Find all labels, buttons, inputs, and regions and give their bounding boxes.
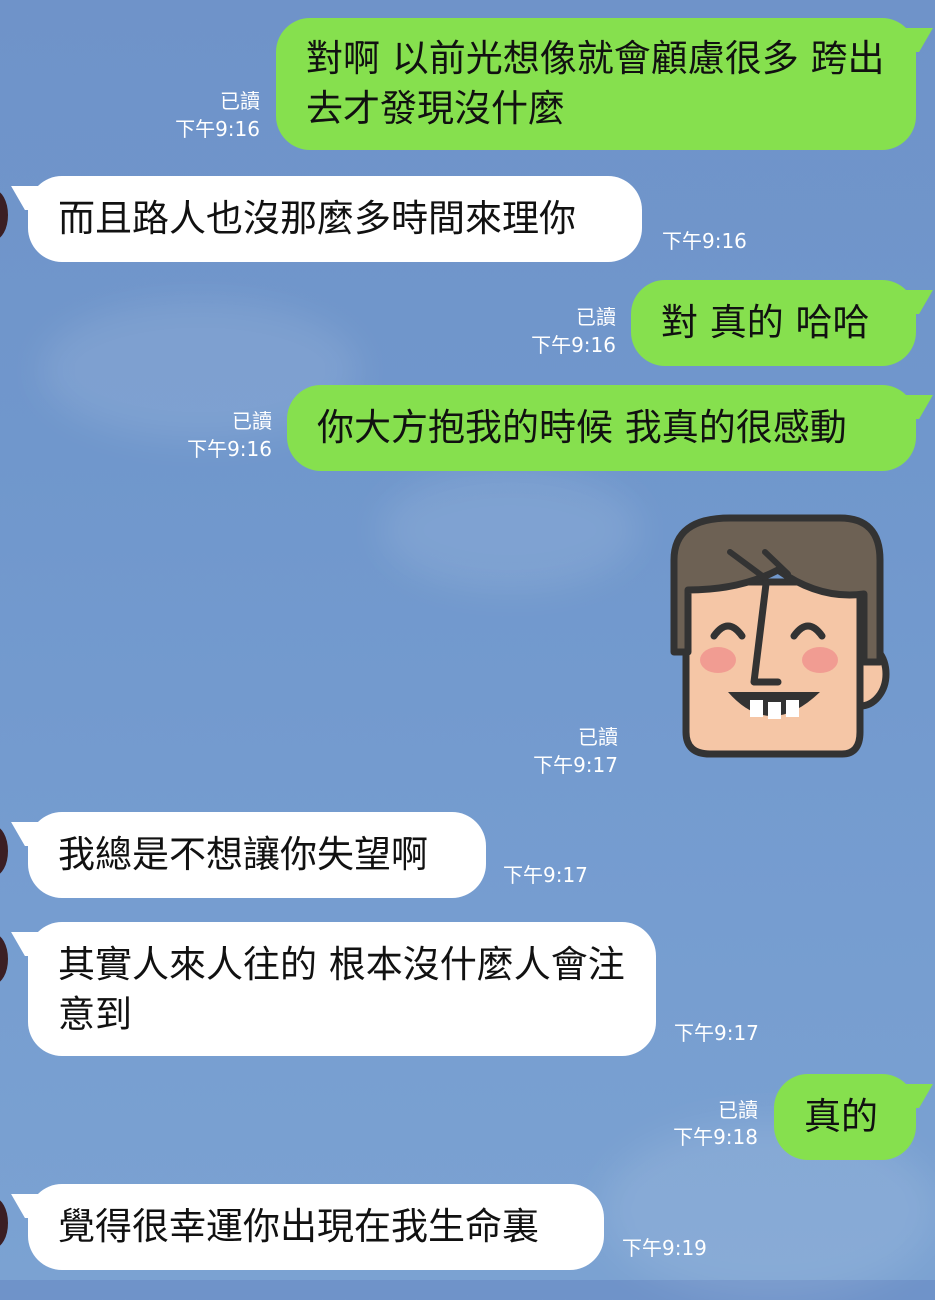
sent-message-bubble[interactable]: 你大方抱我的時候 我真的很感動 <box>287 385 916 471</box>
contact-avatar[interactable] <box>0 826 8 876</box>
read-receipt: 已讀 <box>718 1098 758 1122</box>
read-receipt: 已讀 <box>220 89 260 113</box>
sent-message-bubble[interactable]: 對啊 以前光想像就會顧慮很多 跨出去才發現沒什麼 <box>276 18 916 150</box>
contact-avatar[interactable] <box>0 190 8 240</box>
message-time: 下午9:17 <box>674 1021 759 1045</box>
background-cloud <box>380 470 640 590</box>
message-time: 下午9:16 <box>187 437 272 461</box>
contact-avatar[interactable] <box>0 1198 8 1248</box>
message-time: 下午9:17 <box>533 753 618 777</box>
message-time: 下午9:18 <box>673 1125 758 1149</box>
received-message-bubble[interactable]: 其實人來人往的 根本沒什麼人會注意到 <box>28 922 656 1056</box>
message-time: 下午9:16 <box>531 333 616 357</box>
read-receipt: 已讀 <box>576 305 616 329</box>
received-message-bubble[interactable]: 覺得很幸運你出現在我生命裏 <box>28 1184 604 1270</box>
message-time: 下午9:16 <box>175 117 260 141</box>
sent-message-bubble[interactable]: 對 真的 哈哈 <box>631 280 916 366</box>
read-receipt: 已讀 <box>578 725 618 749</box>
sent-message-bubble[interactable]: 真的 <box>774 1074 916 1160</box>
message-time: 下午9:19 <box>622 1236 707 1260</box>
message-time: 下午9:16 <box>662 229 747 253</box>
received-message-bubble[interactable]: 我總是不想讓你失望啊 <box>28 812 486 898</box>
contact-avatar[interactable] <box>0 934 8 984</box>
smiling-man-face-sticker[interactable] <box>670 512 890 762</box>
message-time: 下午9:17 <box>503 863 588 887</box>
received-message-bubble[interactable]: 而且路人也沒那麼多時間來理你 <box>28 176 642 262</box>
read-receipt: 已讀 <box>232 409 272 433</box>
